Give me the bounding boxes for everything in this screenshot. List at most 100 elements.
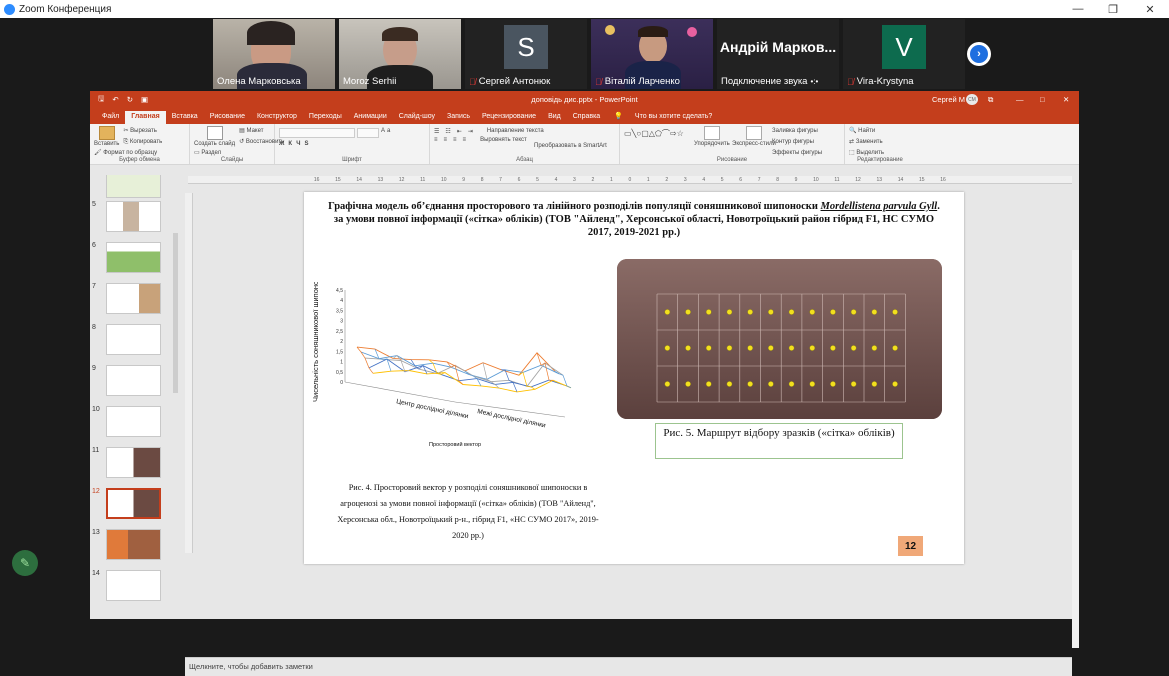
sample-pin-icon xyxy=(830,345,836,351)
align-left-icon[interactable]: ≡ xyxy=(434,137,438,143)
user-name: Сергей М xyxy=(932,95,966,104)
slide-thumbnails-pane[interactable]: 5 6 7 8 9 10 11 12 13 14 xyxy=(90,175,182,619)
sample-pin-icon xyxy=(685,309,691,315)
align-center-icon[interactable]: ≡ xyxy=(444,137,448,143)
participant-tile-active-speaker[interactable]: Moroz Serhii xyxy=(339,19,461,89)
align-text-button[interactable]: Выровнять текст xyxy=(480,137,527,143)
sample-pin-icon xyxy=(850,381,857,387)
font-shrink-icon[interactable]: a xyxy=(387,128,390,138)
arrange-button[interactable]: Упорядочить xyxy=(694,126,730,147)
sample-pin-icon xyxy=(726,309,733,315)
mic-muted-icon: 🎙̸ xyxy=(595,76,602,87)
paste-button[interactable]: Вставить xyxy=(94,126,119,147)
zoom-logo-icon xyxy=(4,3,15,15)
tab-view[interactable]: Вид xyxy=(542,111,567,124)
bullets-icon[interactable]: ☰ xyxy=(434,128,439,135)
tab-help[interactable]: Справка xyxy=(567,111,606,124)
font-size-input[interactable] xyxy=(357,128,379,138)
participant-tile[interactable]: V 🎙̸ Vira-Krystyna xyxy=(843,19,965,89)
sample-pin-icon xyxy=(892,309,898,315)
sample-pin-icon xyxy=(768,381,774,387)
tab-animations[interactable]: Анимации xyxy=(348,111,393,124)
sample-pin-icon xyxy=(830,381,836,387)
y-tick-label: 0 xyxy=(340,380,343,386)
slide-thumbnail-selected[interactable] xyxy=(106,488,161,519)
next-page-button[interactable]: › xyxy=(967,42,991,66)
slide-scrollbar[interactable] xyxy=(1072,250,1079,648)
slide-thumbnail[interactable] xyxy=(106,406,161,437)
new-slide-button[interactable]: Создать слайд xyxy=(194,126,235,147)
find-button[interactable]: 🔍 Найти xyxy=(849,126,911,137)
participant-tile[interactable]: 🎙̸ Віталій Ларченко xyxy=(591,19,713,89)
replace-button[interactable]: ⇄ Заменить xyxy=(849,137,911,148)
group-label: Слайды xyxy=(220,157,244,163)
sample-pin-icon xyxy=(747,309,753,315)
justify-icon[interactable]: ≡ xyxy=(463,137,467,143)
slide-thumbnail[interactable] xyxy=(106,365,161,396)
tab-file[interactable]: Файл xyxy=(96,111,125,124)
minimize-icon[interactable]: — xyxy=(1016,95,1024,104)
sample-pin-icon xyxy=(892,381,898,387)
sample-pin-icon xyxy=(747,345,753,351)
slide-thumbnail[interactable] xyxy=(106,175,161,198)
thumbnails-scrollbar[interactable] xyxy=(173,233,178,393)
participant-tile[interactable]: Андрій Марков... Подключение звука •:• xyxy=(717,19,839,89)
mic-muted-icon: 🎙̸ xyxy=(469,76,476,87)
close-icon[interactable]: ✕ xyxy=(1063,95,1069,104)
group-label: Шрифт xyxy=(342,157,362,163)
slide-thumbnail[interactable] xyxy=(106,529,161,560)
font-style-buttons[interactable]: ЖКЧS xyxy=(279,141,425,147)
font-name-input[interactable] xyxy=(279,128,355,138)
notes-pane[interactable]: Щелкните, чтобы добавить заметки xyxy=(185,657,1072,676)
slide-thumbnail[interactable] xyxy=(106,283,161,314)
series-line xyxy=(356,346,556,376)
sample-pin-icon xyxy=(768,309,774,315)
participant-tile[interactable]: Олена Марковська xyxy=(213,19,335,89)
tab-draw[interactable]: Рисование xyxy=(204,111,251,124)
tab-transitions[interactable]: Переходы xyxy=(303,111,348,124)
participant-name: Подключение звука •:• xyxy=(721,76,819,87)
tab-home[interactable]: Главная xyxy=(125,111,166,124)
text-direction-button[interactable]: Направление текста xyxy=(487,128,544,135)
series-line xyxy=(360,351,560,380)
numbering-icon[interactable]: ☷ xyxy=(445,128,450,135)
maximize-icon[interactable]: □ xyxy=(1040,95,1045,104)
indent-icon[interactable]: ⇤ xyxy=(457,128,462,135)
sample-pin-icon xyxy=(664,345,671,351)
slide-canvas[interactable]: Графічна модель об’єднання просторового … xyxy=(304,192,964,564)
ribbon-display-icon[interactable]: ⧉ xyxy=(988,95,993,105)
slide-thumbnail[interactable] xyxy=(106,570,161,601)
smartart-button[interactable]: Преобразовать в SmartArt xyxy=(534,143,615,149)
slide-thumbnail[interactable] xyxy=(106,201,161,232)
chevron-right-icon: › xyxy=(970,45,988,63)
slide-thumbnail[interactable] xyxy=(106,447,161,478)
shape-outline-button[interactable]: Контур фигуры xyxy=(772,137,822,148)
field-photo xyxy=(617,259,942,419)
tell-me-search[interactable]: Что вы хотите сделать? xyxy=(629,111,718,124)
figure4-caption: Рис. 4. Просторовий вектор у розподілі с… xyxy=(337,483,599,540)
tab-slideshow[interactable]: Слайд-шоу xyxy=(393,111,441,124)
font-group: Aa ЖКЧS Шрифт xyxy=(275,124,430,164)
outdent-icon[interactable]: ⇥ xyxy=(468,128,473,135)
quick-styles-button[interactable]: Экспресс-стили xyxy=(732,126,776,147)
sample-pin-icon xyxy=(871,381,878,387)
slide-title: Графічна модель об’єднання просторового … xyxy=(328,201,940,238)
slide-thumbnail[interactable] xyxy=(106,242,161,273)
tab-insert[interactable]: Вставка xyxy=(166,111,204,124)
close-icon[interactable]: ✕ xyxy=(1136,0,1164,18)
maximize-icon[interactable]: ❐ xyxy=(1099,0,1127,18)
minimize-icon[interactable]: — xyxy=(1064,0,1092,18)
tab-record[interactable]: Запись xyxy=(441,111,476,124)
tab-review[interactable]: Рецензирование xyxy=(476,111,542,124)
align-right-icon[interactable]: ≡ xyxy=(453,137,457,143)
participant-tile[interactable]: S 🎙̸ Сергей Антонюк xyxy=(465,19,587,89)
slide-thumbnail[interactable] xyxy=(106,324,161,355)
editing-group: 🔍 Найти ⇄ Заменить ⬚ Выделить Редактиров… xyxy=(845,124,915,164)
shape-fill-button[interactable]: Заливка фигуры xyxy=(772,126,822,137)
annotate-pen-icon[interactable]: ✎ xyxy=(12,550,38,576)
font-grow-icon[interactable]: A xyxy=(381,128,385,138)
sample-pin-icon xyxy=(768,345,774,351)
slide-number: 10 xyxy=(92,406,100,413)
avatar[interactable]: СМ xyxy=(966,94,978,105)
tab-design[interactable]: Конструктор xyxy=(251,111,303,124)
